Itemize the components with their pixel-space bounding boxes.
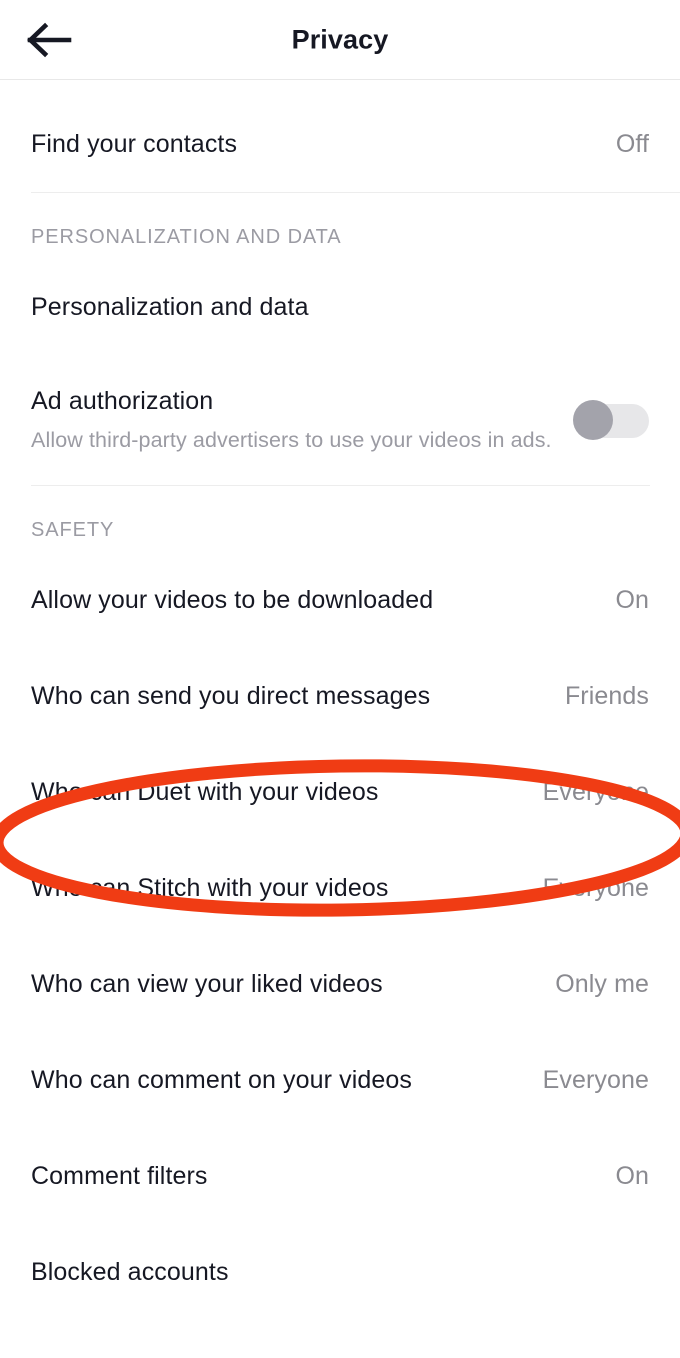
row-text-block: Who can view your liked videos <box>31 969 555 999</box>
setting-row-find-your-contacts[interactable]: Find your contacts Off <box>0 96 680 192</box>
row-text-block: Find your contacts <box>31 129 616 159</box>
row-text-block: Who can Stitch with your videos <box>31 873 543 903</box>
setting-label: Find your contacts <box>31 130 238 158</box>
setting-row-direct-messages[interactable]: Who can send you direct messages Friends <box>0 648 680 744</box>
setting-value: Only me <box>555 969 649 998</box>
setting-label: Ad authorization <box>31 387 214 416</box>
privacy-settings-screen: Privacy Find your contacts Off PERSONALI… <box>0 0 680 1358</box>
setting-row-comments[interactable]: Who can comment on your videos Everyone <box>0 1032 680 1128</box>
setting-value: Friends <box>564 681 649 710</box>
row-text-block: Who can Duet with your videos <box>31 777 543 807</box>
ad-authorization-toggle[interactable] <box>573 400 649 440</box>
setting-value: On <box>615 585 649 614</box>
setting-row-ad-authorization[interactable]: Ad authorization Allow third-party adver… <box>0 355 680 485</box>
section-header-personalization: PERSONALIZATION AND DATA <box>31 226 342 248</box>
setting-row-stitch[interactable]: Who can Stitch with your videos Everyone <box>0 840 680 936</box>
toggle-knob <box>573 400 613 440</box>
setting-row-comment-filters[interactable]: Comment filters On <box>0 1128 680 1224</box>
row-text-block: Who can send you direct messages <box>31 681 565 711</box>
setting-label: Who can Duet with your videos <box>31 778 379 806</box>
row-text-block: Personalization and data <box>31 292 649 322</box>
setting-label: Who can view your liked videos <box>31 970 383 998</box>
settings-list: Find your contacts Off PERSONALIZATION A… <box>0 80 680 1320</box>
setting-label: Comment filters <box>31 1162 208 1190</box>
setting-description: Allow third-party advertisers to use you… <box>31 428 552 453</box>
setting-row-allow-videos-downloaded[interactable]: Allow your videos to be downloaded On <box>0 552 680 648</box>
row-text-block: Ad authorization Allow third-party adver… <box>31 386 573 454</box>
setting-value: Everyone <box>542 1065 649 1094</box>
setting-row-duet[interactable]: Who can Duet with your videos Everyone <box>0 744 680 840</box>
setting-label: Allow your videos to be downloaded <box>31 586 434 614</box>
setting-label: Personalization and data <box>31 293 309 321</box>
setting-value: Everyone <box>542 777 649 806</box>
app-header: Privacy <box>0 0 680 80</box>
page-title: Privacy <box>291 24 389 54</box>
setting-label: Who can Stitch with your videos <box>31 874 389 902</box>
setting-label: Who can send you direct messages <box>31 682 431 710</box>
row-text-block: Allow your videos to be downloaded <box>31 585 615 615</box>
row-text-block: Comment filters <box>31 1161 615 1191</box>
row-text-block: Blocked accounts <box>31 1257 649 1287</box>
setting-row-liked-videos[interactable]: Who can view your liked videos Only me <box>0 936 680 1032</box>
setting-value: On <box>615 1161 649 1190</box>
setting-row-blocked-accounts[interactable]: Blocked accounts <box>0 1224 680 1320</box>
setting-row-personalization-and-data[interactable]: Personalization and data <box>0 259 680 355</box>
setting-value: Everyone <box>542 873 649 902</box>
setting-label: Blocked accounts <box>31 1258 229 1286</box>
section-header-safety: SAFETY <box>31 519 115 541</box>
setting-label: Who can comment on your videos <box>31 1066 412 1094</box>
list-top-spacer <box>0 80 680 96</box>
setting-value: Off <box>615 129 649 158</box>
row-text-block: Who can comment on your videos <box>31 1065 543 1095</box>
